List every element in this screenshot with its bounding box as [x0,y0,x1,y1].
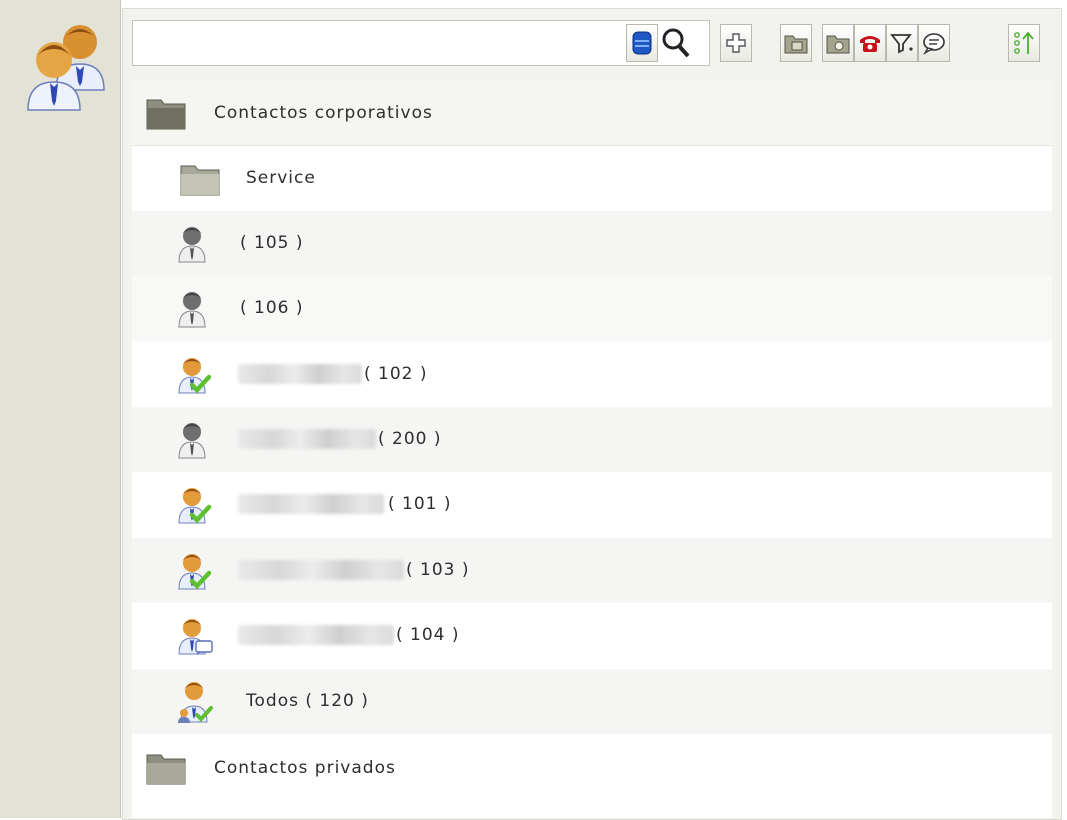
all-contacts-item[interactable]: Todos ( 120 ) [132,669,1052,734]
contact-row[interactable]: ( 200 ) [132,407,1052,472]
user-offline-icon [178,227,206,263]
search-icon [662,28,690,58]
search-input[interactable] [141,23,605,65]
all-contacts-label: Todos ( 120 ) [246,691,369,711]
redacted-name [238,625,394,645]
contacts-users-icon [27,25,105,111]
user-available-icon [178,358,212,394]
user-available-icon [178,488,212,524]
contact-row[interactable]: ( 103 ) [132,538,1052,603]
chat-button[interactable] [918,24,950,62]
toolbar [132,20,1040,70]
user-available-icon [178,554,212,590]
contact-row[interactable]: ( 104 ) [132,603,1052,668]
user-chat-icon [178,619,213,655]
contact-extension: ( 106 ) [240,298,304,318]
folder-tree-icon [784,35,808,54]
contact-extension: ( 102 ) [364,364,428,384]
phone-icon [860,36,880,52]
user-offline-icon [178,423,206,459]
folder-icon [146,99,186,130]
chat-icon [923,33,945,55]
contact-extension: ( 104 ) [396,625,460,645]
redacted-name [238,429,376,449]
redacted-name [238,560,404,580]
contact-row[interactable]: ( 101 ) [132,472,1052,537]
folder-icon [146,754,186,785]
phone-button[interactable] [854,24,886,62]
search-field[interactable] [132,20,710,66]
sidebar [0,0,121,818]
group-label: Contactos privados [214,758,396,778]
user-offline-icon [178,292,206,328]
search-button[interactable] [660,24,692,62]
folder-tree-button[interactable] [780,24,812,62]
group-corporate-contacts[interactable]: Contactos corporativos [132,80,1052,146]
contact-row[interactable]: ( 102 ) [132,342,1052,407]
redacted-name [238,494,384,514]
group-label: Contactos corporativos [214,103,433,123]
group-private-contacts[interactable]: Contactos privados [132,735,1052,800]
contact-list: Contactos corporativos Service ( 105 ) (… [132,80,1052,818]
redacted-name [238,364,362,384]
contact-extension: ( 101 ) [388,494,452,514]
add-icon [726,33,746,53]
contact-row[interactable]: ( 106 ) [132,276,1052,341]
contact-extension: ( 103 ) [406,560,470,580]
database-button[interactable] [626,24,658,62]
add-contact-button[interactable] [720,24,752,62]
folder-camera-icon [826,35,850,54]
folder-icon [180,165,220,196]
contact-row[interactable]: ( 105 ) [132,211,1052,276]
folder-service[interactable]: Service [132,146,1052,211]
filter-icon [890,34,913,54]
filter-button[interactable] [886,24,918,62]
sort-icon [1014,31,1034,54]
contact-extension: ( 200 ) [378,429,442,449]
users-group-icon [178,682,213,723]
sort-button[interactable] [1008,24,1040,62]
folder-label: Service [246,168,316,188]
contact-extension: ( 105 ) [240,233,304,253]
folder-camera-button[interactable] [822,24,854,62]
database-icon [632,31,652,55]
